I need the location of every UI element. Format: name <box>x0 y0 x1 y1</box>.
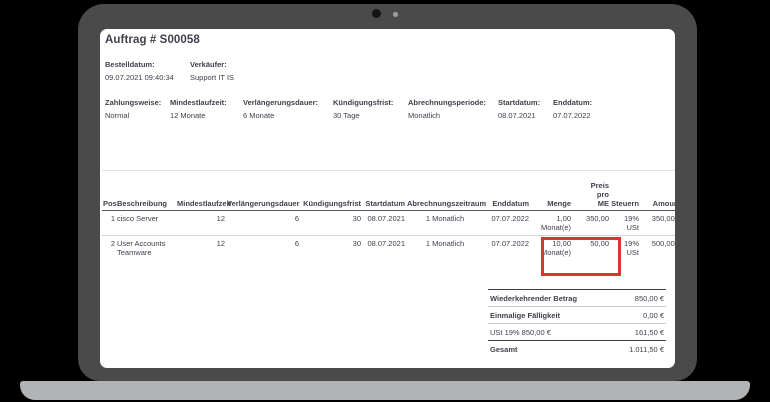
info-value: 09.07.2021 09:40:34 <box>105 73 190 83</box>
cell-verlaengerungsdauer: 6 <box>226 236 300 261</box>
laptop-screen-bezel: Auftrag # S00058 Bestelldatum: 09.07.202… <box>78 4 697 381</box>
cell-pos: 1 <box>102 211 116 236</box>
cell-abrechnungszeitraum: 1 Monatlich <box>406 211 484 236</box>
cell-mindestlaufzeit: 12 <box>176 236 226 261</box>
info-value: 08.07.2021 <box>498 111 553 121</box>
column-header-verlaengerungsdauer: Verlängerungsdauer <box>226 171 300 211</box>
page-background: { "colors": { "highlight_red": "#e0322c"… <box>0 0 770 402</box>
info-label: Startdatum: <box>498 98 553 108</box>
info-abrechnungsperiode: Abrechnungsperiode: Monatlich <box>408 98 498 121</box>
info-value: Support IT IS <box>190 73 234 83</box>
cell-steuern: 19% USt <box>610 211 640 236</box>
info-mindestlaufzeit: Mindestlaufzeit: 12 Monate <box>170 98 243 121</box>
page-title: Auftrag # S00058 <box>105 34 200 46</box>
info-label: Zahlungsweise: <box>105 98 170 108</box>
cell-kuendigungsfrist: 30 <box>300 236 362 261</box>
column-header-preis-pro-me: Preis pro ME <box>572 171 610 211</box>
cell-verlaengerungsdauer: 6 <box>226 211 300 236</box>
total-row-einmalige-faelligkeit: Einmalige Fälligkeit 0,00 € <box>488 306 666 323</box>
info-value: 30 Tage <box>333 111 408 121</box>
cell-mindestlaufzeit: 12 <box>176 211 226 236</box>
column-header-amount: Amount <box>640 171 675 211</box>
column-header-abrechnungszeitraum: Abrechnungszeitraum <box>406 171 484 211</box>
cell-startdatum: 08.07.2021 <box>362 211 406 236</box>
cell-beschreibung: cisco Server <box>116 211 176 236</box>
info-value: 6 Monate <box>243 111 333 121</box>
info-value: Normal <box>105 111 170 121</box>
red-annotation-box <box>541 237 621 276</box>
cell-preis-pro-me: 350,00 <box>572 211 610 236</box>
info-label: Abrechnungsperiode: <box>408 98 498 108</box>
document-page: Auftrag # S00058 Bestelldatum: 09.07.202… <box>100 29 675 368</box>
info-label: Kündigungsfrist: <box>333 98 408 108</box>
column-header-menge: Menge <box>530 171 572 211</box>
table-header-row: Pos. Beschreibung Mindestlaufzeit Verlän… <box>102 171 675 211</box>
total-row-gesamt: Gesamt 1.011,50 € <box>488 340 666 357</box>
laptop-base <box>20 381 750 400</box>
info-value: Monatlich <box>408 111 498 121</box>
cell-kuendigungsfrist: 30 <box>300 211 362 236</box>
info-kuendigungsfrist: Kündigungsfrist: 30 Tage <box>333 98 408 121</box>
column-header-steuern: Steuern <box>610 171 640 211</box>
cell-enddatum: 07.07.2022 <box>484 211 530 236</box>
total-value: 1.011,50 € <box>629 345 664 354</box>
order-info-row: Bestelldatum: 09.07.2021 09:40:34 Verkäu… <box>105 60 234 83</box>
column-header-enddatum: Enddatum <box>484 171 530 211</box>
cell-pos: 2 <box>102 236 116 261</box>
total-label: USt 19% 850,00 € <box>490 328 551 337</box>
column-header-startdatum: Startdatum <box>362 171 406 211</box>
info-label: Bestelldatum: <box>105 60 190 70</box>
webcam-led-icon <box>393 12 398 17</box>
totals-table: Wiederkehrender Betrag 850,00 € Einmalig… <box>488 289 666 357</box>
info-verkaeufer: Verkäufer: Support IT IS <box>190 60 234 83</box>
info-label: Mindestlaufzeit: <box>170 98 243 108</box>
cell-enddatum: 07.07.2022 <box>484 236 530 261</box>
total-value: 0,00 € <box>643 311 664 320</box>
total-value: 850,00 € <box>635 294 664 303</box>
cell-abrechnungszeitraum: 1 Monatlich <box>406 236 484 261</box>
column-header-beschreibung: Beschreibung <box>116 171 176 211</box>
info-enddatum: Enddatum: 07.07.2022 <box>553 98 592 121</box>
column-header-kuendigungsfrist: Kündigungsfrist <box>300 171 362 211</box>
column-header-mindestlaufzeit: Mindestlaufzeit <box>176 171 226 211</box>
cell-startdatum: 08.07.2021 <box>362 236 406 261</box>
contract-terms-row: Zahlungsweise: Normal Mindestlaufzeit: 1… <box>105 98 592 121</box>
info-label: Verkäufer: <box>190 60 234 70</box>
cell-menge: 1,00 Monat(e) <box>530 211 572 236</box>
total-row-ust: USt 19% 850,00 € 161,50 € <box>488 323 666 340</box>
total-value: 161,50 € <box>635 328 664 337</box>
info-startdatum: Startdatum: 08.07.2021 <box>498 98 553 121</box>
cell-beschreibung: User Accounts Teamware <box>116 236 176 261</box>
total-label: Gesamt <box>490 345 518 354</box>
info-zahlungsweise: Zahlungsweise: Normal <box>105 98 170 121</box>
total-label: Einmalige Fälligkeit <box>490 311 560 320</box>
info-bestelldatum: Bestelldatum: 09.07.2021 09:40:34 <box>105 60 190 83</box>
table-row: 1 cisco Server 12 6 30 08.07.2021 1 Mona… <box>102 211 675 236</box>
total-label: Wiederkehrender Betrag <box>490 294 577 303</box>
info-label: Enddatum: <box>553 98 592 108</box>
info-label: Verlängerungsdauer: <box>243 98 333 108</box>
cell-amount: 350,00 € <box>640 211 675 236</box>
cell-amount: 500,00 € <box>640 236 675 261</box>
webcam-icon <box>372 9 381 18</box>
column-header-pos: Pos. <box>102 171 116 211</box>
info-value: 07.07.2022 <box>553 111 592 121</box>
info-verlaengerungsdauer: Verlängerungsdauer: 6 Monate <box>243 98 333 121</box>
total-row-wiederkehrender-betrag: Wiederkehrender Betrag 850,00 € <box>488 290 666 306</box>
info-value: 12 Monate <box>170 111 243 121</box>
